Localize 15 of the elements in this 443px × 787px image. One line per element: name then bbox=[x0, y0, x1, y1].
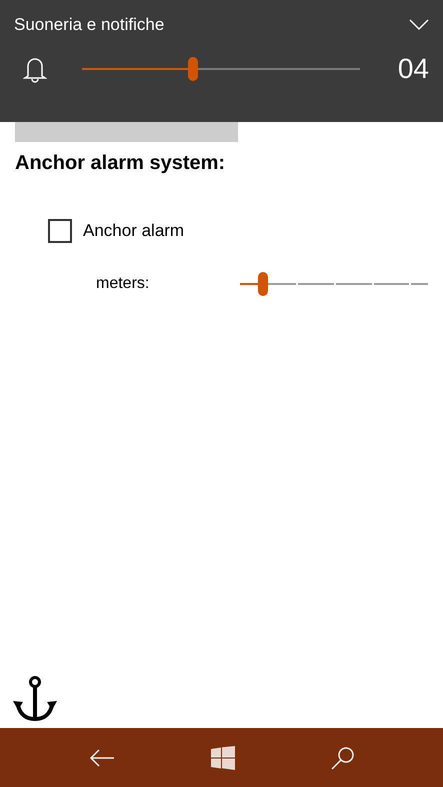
slider-thumb[interactable] bbox=[188, 56, 198, 80]
meters-label: meters: bbox=[96, 274, 150, 294]
slider[interactable] bbox=[240, 272, 428, 296]
checkbox-label: Anchor alarm bbox=[83, 220, 184, 242]
back-icon[interactable] bbox=[88, 748, 116, 768]
slider-thumb[interactable] bbox=[258, 272, 268, 296]
panel-title: Suoneria e notifiche bbox=[14, 14, 164, 36]
chevron-down-icon[interactable] bbox=[409, 18, 429, 31]
section-heading: Anchor alarm system: bbox=[15, 151, 226, 176]
anchor-icon bbox=[10, 675, 60, 723]
search-icon[interactable] bbox=[330, 744, 356, 770]
volume-reading: 04 bbox=[398, 52, 429, 86]
windows-logo-icon[interactable] bbox=[210, 746, 234, 770]
slider[interactable] bbox=[82, 56, 360, 80]
checkbox[interactable] bbox=[48, 218, 72, 243]
